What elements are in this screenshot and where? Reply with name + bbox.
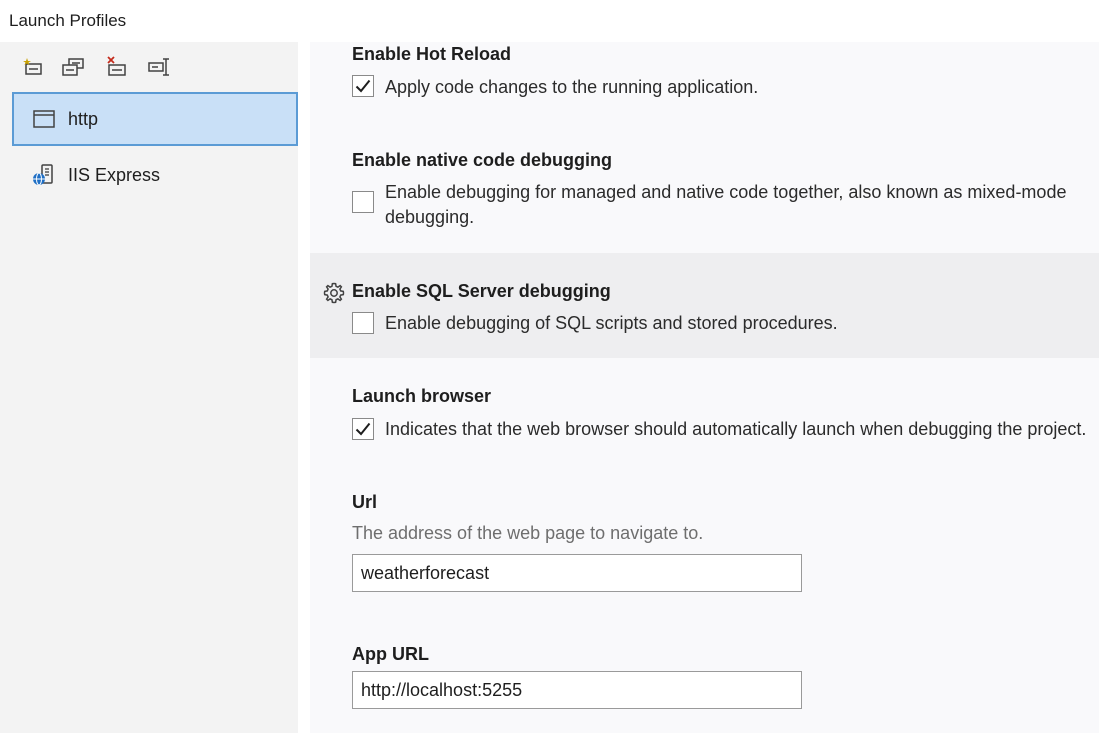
profile-settings-panel: Enable Hot Reload Apply code changes to …	[310, 42, 1099, 733]
launch-browser-section: Launch browser Indicates that the web br…	[310, 358, 1099, 458]
title-bar: Launch Profiles	[0, 0, 1099, 42]
iis-express-icon	[32, 163, 56, 187]
profile-item-http[interactable]: http	[12, 92, 298, 146]
app-url-section: App URL http://localhost:5255	[310, 608, 1099, 733]
launch-browser-heading: Launch browser	[352, 386, 492, 406]
profile-label: http	[68, 108, 99, 129]
url-heading: Url	[352, 492, 378, 512]
window-title: Launch Profiles	[9, 11, 127, 30]
hot-reload-checkbox[interactable]	[352, 75, 374, 97]
hot-reload-checkbox-label: Apply code changes to the running applic…	[385, 77, 759, 97]
gear-icon[interactable]	[322, 281, 346, 305]
sql-debugging-checkbox[interactable]	[352, 312, 374, 334]
native-debugging-checkbox[interactable]	[352, 191, 374, 213]
sql-debugging-section: Enable SQL Server debugging Enable debug…	[310, 253, 1099, 358]
delete-profile-icon	[107, 56, 126, 76]
sql-debugging-checkbox-label: Enable debugging of SQL scripts and stor…	[385, 313, 838, 333]
window-icon	[32, 107, 56, 131]
url-description: The address of the web page to navigate …	[352, 523, 704, 543]
url-input[interactable]: weatherforecast	[352, 554, 802, 592]
delete-profile-button[interactable]	[104, 54, 130, 80]
profiles-list: http IIS Express	[12, 92, 298, 204]
new-profile-button[interactable]	[20, 54, 46, 80]
sql-debugging-heading: Enable SQL Server debugging	[352, 281, 611, 301]
launch-browser-checkbox-label: Indicates that the web browser should au…	[385, 419, 1087, 439]
app-url-input[interactable]: http://localhost:5255	[352, 671, 802, 709]
hot-reload-heading: Enable Hot Reload	[352, 44, 512, 64]
sidebar-splitter[interactable]	[298, 42, 310, 733]
copy-profile-button[interactable]	[60, 54, 86, 80]
native-debugging-section: Enable native code debugging Enable debu…	[310, 142, 1099, 252]
native-debugging-label-line1: Enable debugging for managed and native …	[385, 182, 1067, 202]
native-debugging-checkbox-label: Enable debugging for managed and native …	[385, 180, 1066, 230]
app-url-heading: App URL	[352, 644, 429, 664]
profile-item-iis-express[interactable]: IIS Express	[12, 148, 298, 202]
checkmark-icon	[355, 422, 371, 436]
native-debugging-label-line2: debugging.	[385, 207, 475, 227]
hot-reload-section: Enable Hot Reload Apply code changes to …	[310, 42, 1099, 142]
native-debugging-heading: Enable native code debugging	[352, 150, 613, 170]
profile-label: IIS Express	[68, 164, 161, 185]
url-section: Url The address of the web page to navig…	[310, 458, 1099, 608]
rename-profile-icon	[148, 58, 169, 76]
launch-browser-checkbox[interactable]	[352, 418, 374, 440]
checkmark-icon	[355, 79, 371, 93]
rename-profile-button[interactable]	[147, 54, 173, 80]
new-profile-icon	[23, 58, 42, 75]
profiles-sidebar: http IIS Express	[0, 42, 310, 733]
copy-profile-icon	[62, 58, 84, 76]
